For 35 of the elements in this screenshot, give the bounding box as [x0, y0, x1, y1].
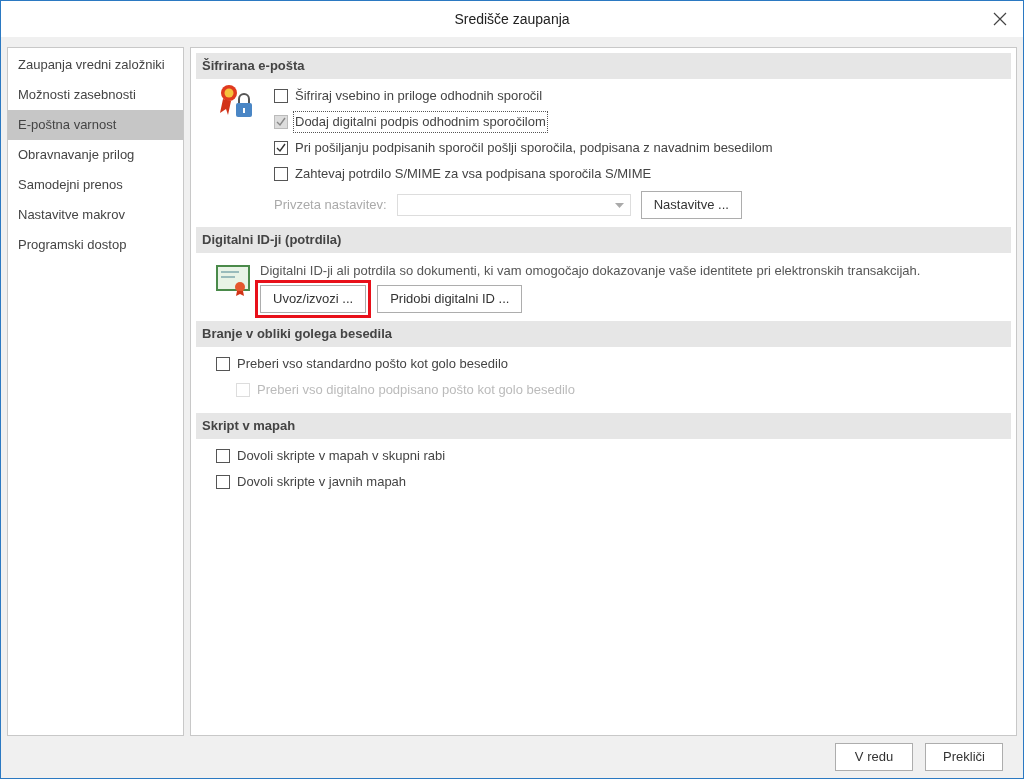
sidebar-item[interactable]: Možnosti zasebnosti	[8, 80, 183, 110]
dialog-button[interactable]: V redu	[835, 743, 913, 771]
sidebar-item[interactable]: E-poštna varnost	[8, 110, 183, 140]
sidebar-item[interactable]: Obravnavanje prilog	[8, 140, 183, 170]
checkbox-label: Preberi vso standardno pošto kot golo besedilo	[236, 354, 509, 373]
section-header: Skript v mapah	[196, 412, 1011, 439]
dropdown-arrow-icon	[614, 202, 624, 208]
checkbox-label: Pri pošiljanju podpisanih sporočil pošlji sporočila, podpisana z navadnim besedilom	[294, 139, 774, 158]
section-header: Branje v obliki golega besedila	[196, 320, 1011, 347]
checkbox[interactable]	[274, 141, 288, 155]
sidebar-item[interactable]: Nastavitve makrov	[8, 200, 183, 230]
description-text: Digitalni ID-ji ali potrdila so dokumenti, ki vam omogočajo dokazovanje vaše identitete pri elektronskih transakcijah.	[260, 262, 921, 280]
checkbox-label: Preberi vso digitalno podpisano pošto kot golo besedilo	[256, 380, 576, 399]
checkbox-label: Dovoli skripte v javnih mapah	[236, 472, 408, 491]
sidebar-item[interactable]: Zaupanja vredni založniki	[8, 50, 183, 80]
action-button[interactable]: Pridobi digitalni ID ...	[377, 284, 523, 313]
checkbox[interactable]	[274, 89, 288, 103]
default-setting-label: Privzeta nastavitev:	[274, 196, 387, 215]
sidebar-item[interactable]: Programski dostop	[8, 230, 183, 260]
checkbox-label: Dodaj digitalni podpis odhodnim sporočilom	[294, 112, 547, 132]
section-header: Šifrirana e-pošta	[196, 53, 1011, 79]
section-header: Digitalni ID-ji (potrdila)	[196, 227, 1011, 253]
window-title: Središče zaupanja	[454, 9, 570, 29]
certificate-icon	[216, 265, 250, 297]
checkbox[interactable]	[216, 448, 230, 463]
dialog-button[interactable]: Prekliči	[925, 743, 1003, 771]
checkbox[interactable]	[216, 474, 230, 489]
settings-button[interactable]: Nastavitve ...	[640, 191, 742, 219]
checkbox[interactable]	[274, 167, 288, 181]
checkbox[interactable]	[216, 356, 230, 371]
checkbox-label: Dovoli skripte v mapah v skupni rabi	[236, 446, 447, 465]
checkbox-label: Šifriraj vsebino in priloge odhodnih sporočil	[294, 87, 544, 106]
checkbox-label: Zahtevaj potrdilo S/MIME za vsa podpisana sporočila S/MIME	[294, 165, 653, 184]
sidebar-item[interactable]: Samodejni prenos	[8, 170, 183, 200]
action-button[interactable]: Uvoz/izvozi ...	[260, 284, 367, 313]
